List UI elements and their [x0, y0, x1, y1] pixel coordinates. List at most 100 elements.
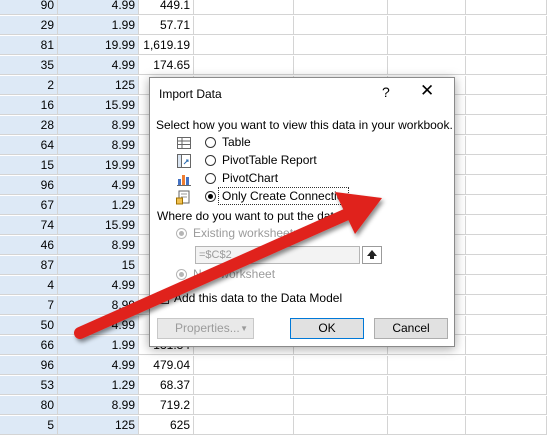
table-cell[interactable] [466, 276, 547, 295]
table-cell[interactable] [388, 396, 466, 415]
table-cell[interactable]: 4.99 [58, 56, 139, 75]
table-cell[interactable] [466, 256, 547, 275]
option-table[interactable]: Table [156, 134, 446, 152]
table-cell[interactable]: 8.99 [58, 116, 139, 135]
table-cell[interactable]: 2 [0, 76, 58, 95]
table-cell[interactable]: 4.99 [58, 316, 139, 335]
table-cell[interactable] [466, 356, 547, 375]
table-cell[interactable]: 80 [0, 396, 58, 415]
table-cell[interactable]: 8.99 [58, 236, 139, 255]
ok-button[interactable]: OK [290, 318, 364, 339]
table-cell[interactable] [466, 36, 547, 55]
table-cell[interactable] [194, 36, 294, 55]
table-cell[interactable]: 4.99 [58, 176, 139, 195]
table-cell[interactable] [194, 416, 294, 435]
table-cell[interactable]: 5 [0, 416, 58, 435]
table-cell[interactable] [194, 376, 294, 395]
table-cell[interactable]: 719.2 [139, 396, 194, 415]
table-cell[interactable]: 15.99 [58, 96, 139, 115]
table-cell[interactable]: 7 [0, 296, 58, 315]
table-cell[interactable]: 125 [58, 76, 139, 95]
table-cell[interactable] [388, 416, 466, 435]
radio-pivottable[interactable] [205, 155, 216, 166]
table-cell[interactable] [466, 336, 547, 355]
table-cell[interactable] [294, 16, 388, 35]
table-cell[interactable]: 15 [58, 256, 139, 275]
table-cell[interactable]: 1.29 [58, 376, 139, 395]
table-cell[interactable] [294, 396, 388, 415]
table-cell[interactable]: 19.99 [58, 36, 139, 55]
radio-only-create-connection[interactable] [205, 191, 216, 202]
table-cell[interactable]: 67 [0, 196, 58, 215]
table-cell[interactable] [294, 356, 388, 375]
table-cell[interactable]: 174.65 [139, 56, 194, 75]
table-cell[interactable]: 4.99 [58, 276, 139, 295]
table-cell[interactable] [466, 296, 547, 315]
cancel-button[interactable]: Cancel [374, 318, 448, 339]
table-cell[interactable]: 8.99 [58, 136, 139, 155]
table-cell[interactable] [466, 236, 547, 255]
table-cell[interactable]: 625 [139, 416, 194, 435]
table-cell[interactable]: 53 [0, 376, 58, 395]
table-cell[interactable]: 125 [58, 416, 139, 435]
table-cell[interactable]: 1.99 [58, 16, 139, 35]
table-cell[interactable] [388, 56, 466, 75]
table-cell[interactable]: 19.99 [58, 156, 139, 175]
table-cell[interactable]: 1,619.19 [139, 36, 194, 55]
option-only-create-connection[interactable]: Only Create Connection [156, 187, 446, 206]
table-cell[interactable] [466, 416, 547, 435]
table-cell[interactable]: 4.99 [58, 356, 139, 375]
table-cell[interactable]: 8.99 [58, 396, 139, 415]
table-cell[interactable] [194, 0, 294, 15]
table-cell[interactable] [388, 16, 466, 35]
table-cell[interactable] [466, 96, 547, 115]
table-cell[interactable] [294, 416, 388, 435]
table-cell[interactable]: 15 [0, 156, 58, 175]
table-cell[interactable] [194, 56, 294, 75]
table-cell[interactable]: 90 [0, 0, 58, 15]
table-cell[interactable] [388, 356, 466, 375]
table-cell[interactable] [466, 196, 547, 215]
table-cell[interactable]: 96 [0, 356, 58, 375]
radio-new-worksheet[interactable] [176, 269, 187, 280]
table-cell[interactable] [388, 376, 466, 395]
table-cell[interactable]: 1.99 [58, 336, 139, 355]
close-button[interactable]: ✕ [420, 81, 434, 101]
table-cell[interactable] [466, 116, 547, 135]
table-cell[interactable] [388, 36, 466, 55]
data-model-checkbox[interactable] [157, 292, 169, 304]
radio-table[interactable] [205, 137, 216, 148]
table-cell[interactable]: 57.71 [139, 16, 194, 35]
radio-existing-worksheet[interactable] [176, 228, 187, 239]
table-cell[interactable] [194, 16, 294, 35]
table-cell[interactable] [466, 0, 547, 15]
properties-button[interactable]: Properties... ▼ [157, 318, 254, 339]
table-cell[interactable]: 68.37 [139, 376, 194, 395]
table-cell[interactable]: 35 [0, 56, 58, 75]
table-cell[interactable]: 28 [0, 116, 58, 135]
table-cell[interactable] [466, 176, 547, 195]
table-cell[interactable] [194, 396, 294, 415]
option-pivottable[interactable]: PivotTable Report [156, 152, 446, 170]
table-cell[interactable]: 46 [0, 236, 58, 255]
table-cell[interactable]: 4 [0, 276, 58, 295]
table-cell[interactable] [466, 216, 547, 235]
table-cell[interactable]: 87 [0, 256, 58, 275]
table-cell[interactable]: 50 [0, 316, 58, 335]
table-cell[interactable] [294, 56, 388, 75]
table-cell[interactable]: 81 [0, 36, 58, 55]
table-cell[interactable]: 96 [0, 176, 58, 195]
table-cell[interactable] [466, 16, 547, 35]
table-cell[interactable] [294, 0, 388, 15]
table-cell[interactable]: 479.04 [139, 356, 194, 375]
radio-pivotchart[interactable] [205, 173, 216, 184]
table-cell[interactable]: 29 [0, 16, 58, 35]
table-cell[interactable] [466, 56, 547, 75]
table-cell[interactable]: 66 [0, 336, 58, 355]
table-cell[interactable] [466, 136, 547, 155]
table-cell[interactable]: 1.29 [58, 196, 139, 215]
table-cell[interactable] [194, 356, 294, 375]
table-cell[interactable]: 4.99 [58, 0, 139, 15]
option-pivotchart[interactable]: PivotChart [156, 170, 446, 188]
table-cell[interactable] [294, 36, 388, 55]
